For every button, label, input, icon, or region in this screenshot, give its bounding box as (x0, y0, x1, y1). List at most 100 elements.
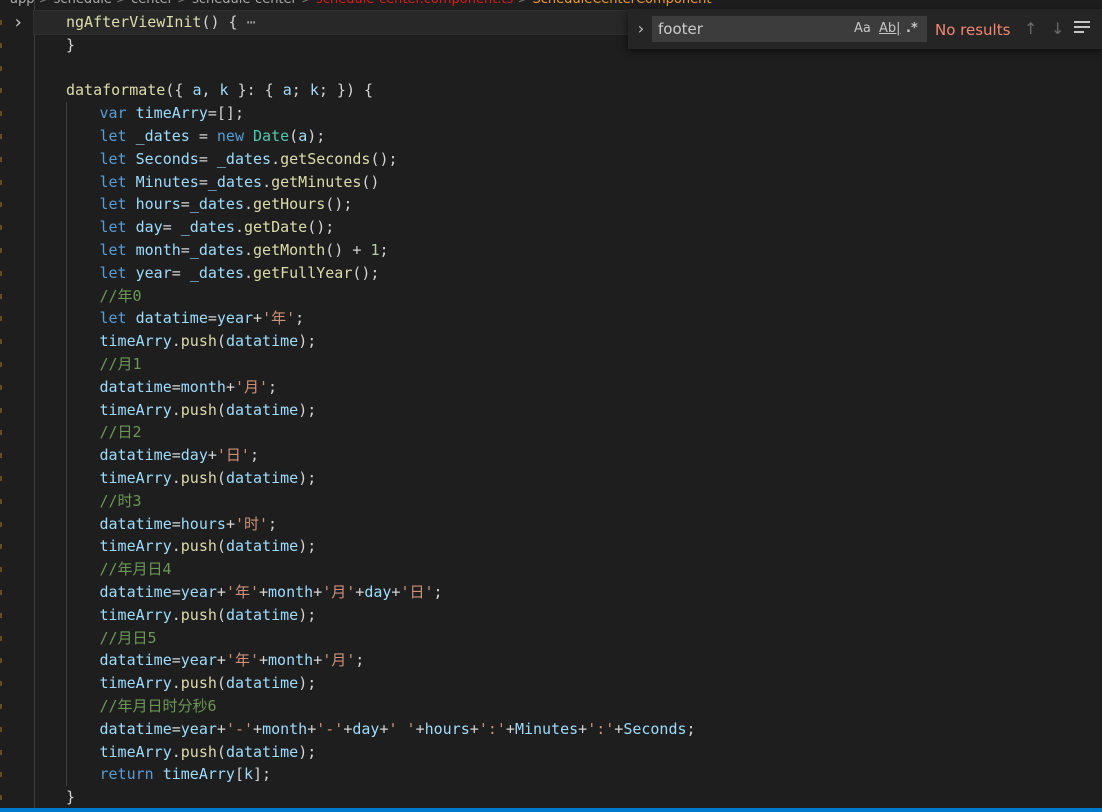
code-line[interactable]: let year= _dates.getFullYear(); (34, 262, 1102, 285)
gutter-line-marker (0, 521, 2, 527)
code-line[interactable]: timeArry.push(datatime); (34, 741, 1102, 764)
code-token: Date (253, 126, 290, 145)
code-token: ; (291, 81, 310, 100)
gutter-line-marker (0, 795, 2, 801)
code-line[interactable]: datatime=year+'年'+month+'月'; (34, 649, 1102, 672)
code-token: push (180, 332, 217, 351)
code-line[interactable]: return timeArry[k]; (34, 763, 1102, 786)
toggle-replace-chevron-icon[interactable]: › (632, 19, 650, 39)
code-line[interactable]: datatime=year+'年'+month+'月'+day+'日'; (34, 581, 1102, 604)
code-token: datatime (99, 651, 172, 670)
code-token: '年' (225, 582, 259, 601)
code-line-text: //年月日时分秒6 (100, 695, 217, 718)
breadcrumb-separator: > (513, 0, 532, 6)
code-line[interactable]: let hours=_dates.getHours(); (34, 193, 1102, 216)
match-case-button[interactable]: Aa (854, 20, 871, 38)
code-token: ); (307, 126, 326, 145)
code-token: datatime (225, 605, 299, 624)
arrow-up-icon[interactable]: ↑ (1024, 19, 1037, 39)
code-line[interactable]: let month=_dates.getMonth() + 1; (34, 239, 1102, 262)
code-token: [ (234, 765, 244, 784)
code-token: getMinutes (271, 172, 362, 191)
code-line[interactable]: //时3 (34, 490, 1102, 513)
code-line-text: timeArry.push(datatime); (100, 330, 317, 353)
code-line[interactable]: timeArry.push(datatime); (34, 330, 1102, 353)
breadcrumb-item[interactable]: ScheduleCenterComponent (532, 0, 711, 6)
gutter-line-marker (0, 384, 2, 390)
code-line[interactable]: let day= _dates.getDate(); (34, 216, 1102, 239)
breadcrumb-item[interactable]: schedule (54, 0, 112, 6)
code-line[interactable]: timeArry.push(datatime); (34, 672, 1102, 695)
breadcrumb-item[interactable]: center (131, 0, 173, 6)
code-token: , (201, 81, 220, 100)
fold-chevron-right-icon[interactable]: › (8, 13, 28, 33)
code-line[interactable]: } (34, 786, 1102, 809)
gutter-line-marker (0, 362, 2, 367)
gutter-line-marker (0, 590, 2, 595)
code-token: + (216, 651, 226, 670)
code-line[interactable]: timeArry.push(datatime); (34, 467, 1102, 490)
code-line-text: datatime=year+'-'+month+'-'+day+' '+hour… (100, 718, 696, 741)
code-token: datatime (135, 309, 208, 328)
code-line[interactable]: let _dates = new Date(a); (34, 125, 1102, 148)
code-token: = (171, 514, 181, 533)
code-line[interactable]: //月1 (34, 353, 1102, 376)
code-line[interactable]: datatime=hours+'时'; (34, 513, 1102, 536)
code-token: ( (216, 332, 226, 351)
code-token: let (99, 309, 127, 328)
code-line[interactable]: //月日5 (34, 627, 1102, 650)
code-token: Seconds (623, 719, 687, 738)
code-token: getFullYear (253, 263, 353, 282)
code-token: let (99, 240, 127, 259)
code-line-text: //时3 (100, 490, 142, 513)
breadcrumb-item[interactable]: schedule-center.component.ts (316, 0, 513, 6)
breadcrumb-separator: > (34, 0, 53, 6)
code-line-text: timeArry.push(datatime); (100, 672, 317, 695)
code-line[interactable]: //年月日时分秒6 (34, 695, 1102, 718)
code-line-text: return timeArry[k]; (100, 763, 272, 786)
code-line[interactable]: datatime=month+'月'; (34, 376, 1102, 399)
whole-word-button[interactable]: Ab| (879, 20, 901, 38)
code-line[interactable]: timeArry.push(datatime); (34, 535, 1102, 558)
code-line-text: datatime=hours+'时'; (100, 513, 278, 536)
code-token: push (180, 742, 217, 761)
code-line[interactable]: dataformate({ a, k }: { a; k; }) { (34, 79, 1102, 102)
code-editor[interactable]: ngAfterViewInit() { ⋯} dataformate({ a, k… (33, 10, 1102, 809)
code-line[interactable]: //日2 (34, 421, 1102, 444)
gutter-line-marker (0, 156, 2, 162)
code-token: datatime (225, 332, 299, 351)
code-token: + (216, 719, 226, 738)
regex-button[interactable]: .* (906, 20, 918, 38)
breadcrumb[interactable]: app > schedule > center > schedule-cente… (0, 0, 1102, 6)
code-token: } (66, 35, 76, 54)
code-token: timeArry (99, 605, 172, 624)
breadcrumb-item[interactable]: schedule-center (192, 0, 297, 6)
code-line-text: } (66, 34, 75, 57)
find-results-count: No results (935, 21, 1011, 39)
code-line[interactable]: datatime=day+'日'; (34, 444, 1102, 467)
gutter-line-marker (0, 407, 2, 413)
code-line[interactable]: timeArry.push(datatime); (34, 604, 1102, 627)
code-line[interactable]: var timeArry=[]; (34, 102, 1102, 125)
code-token: ':' (478, 719, 506, 738)
code-token: hours (180, 514, 226, 533)
arrow-down-icon[interactable]: ↓ (1051, 19, 1064, 39)
code-token: //年月日时分秒6 (99, 696, 217, 715)
lines-icon[interactable] (1074, 21, 1090, 35)
code-line[interactable]: timeArry.push(datatime); (34, 399, 1102, 422)
code-line[interactable]: let datatime=year+'年'; (34, 307, 1102, 330)
code-line[interactable]: //年0 (34, 285, 1102, 308)
code-token: () (361, 172, 380, 191)
code-token: + (313, 582, 323, 601)
code-line-text: let Seconds= _dates.getSeconds(); (100, 148, 398, 171)
gutter-line-marker (0, 88, 2, 94)
code-token: month (180, 377, 226, 396)
code-line[interactable]: let Seconds= _dates.getSeconds(); (34, 148, 1102, 171)
code-token: datatime (99, 514, 172, 533)
code-line[interactable] (34, 57, 1102, 80)
code-line[interactable]: datatime=year+'-'+month+'-'+day+' '+hour… (34, 718, 1102, 741)
code-line[interactable]: //年月日4 (34, 558, 1102, 581)
code-token: datatime (99, 719, 172, 738)
code-token: '-' (225, 719, 254, 738)
code-line[interactable]: let Minutes=_dates.getMinutes() (34, 171, 1102, 194)
